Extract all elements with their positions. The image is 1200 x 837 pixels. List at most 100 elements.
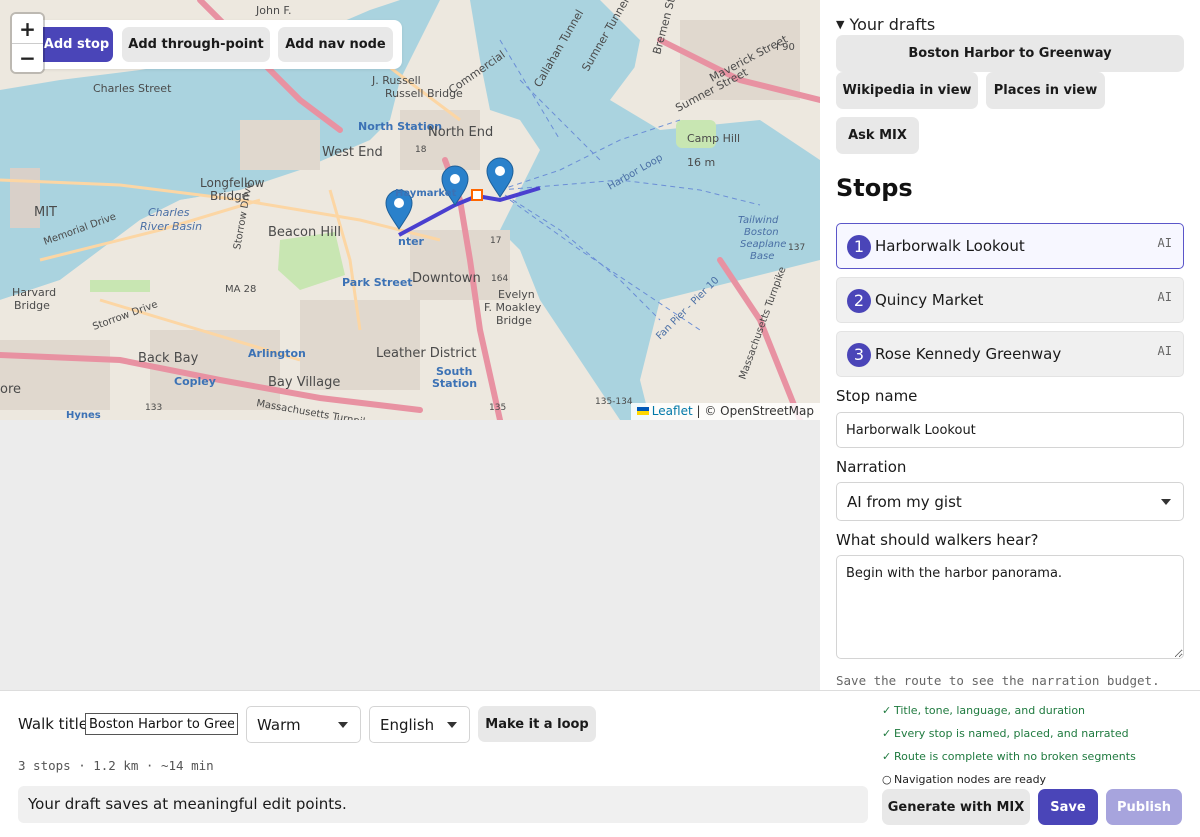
make-loop-button[interactable]: Make it a loop [478,706,596,742]
map-view[interactable]: John F. I 90 Charles Street J. Russell R… [0,0,820,420]
add-through-point-button[interactable]: Add through-point [122,27,270,62]
chevron-down-icon [447,722,457,728]
places-in-view-button[interactable]: Places in view [986,72,1105,109]
svg-text:135: 135 [489,403,506,413]
checklist-item: ✓ Route is complete with no broken segmen… [882,750,1136,763]
chevron-down-icon [1161,499,1171,505]
svg-text:Arlington: Arlington [248,347,306,360]
map-attribution: Leaflet | © OpenStreetMap [630,403,820,420]
walk-stats: 3 stops · 1.2 km · ~14 min [18,758,214,773]
checklist-item: ✓ Title, tone, language, and duration [882,704,1086,717]
svg-text:John F.: John F. [255,4,291,17]
check-icon: ✓ [882,704,892,717]
add-stop-button[interactable]: Add stop [32,27,113,62]
ask-mix-button[interactable]: Ask MIX [836,117,919,154]
ukraine-flag-icon [636,407,649,415]
svg-text:Charles: Charles [148,206,190,219]
svg-text:Back Bay: Back Bay [138,351,199,366]
svg-text:J. Russell: J. Russell [371,74,421,87]
save-button[interactable]: Save [1038,789,1098,825]
svg-text:Evelyn: Evelyn [498,288,535,301]
svg-text:West End: West End [322,145,383,160]
svg-text:ore: ore [0,382,21,397]
svg-text:Haymarket: Haymarket [395,188,457,199]
svg-text:Copley: Copley [174,375,216,388]
stop-name-label: Stop name [836,387,918,405]
ai-badge: AI [1157,290,1172,304]
language-select[interactable]: English [369,706,470,743]
svg-text:River Basin: River Basin [140,220,202,233]
svg-text:137: 137 [788,243,805,253]
svg-text:133: 133 [145,403,162,413]
stop-name: Quincy Market [875,291,984,309]
svg-text:Harvard: Harvard [12,286,56,299]
editor-panel: ▼ Your drafts Boston Harbor to Greenway W… [820,0,1200,690]
stop-name: Harborwalk Lookout [875,237,1025,255]
budget-note: Save the route to see the narration budg… [836,673,1160,688]
svg-text:Tailwind: Tailwind [738,215,779,226]
check-icon: ✓ [882,727,892,740]
tone-select[interactable]: Warm [246,706,361,743]
svg-text:Bay Village: Bay Village [268,375,340,390]
stop-card-3[interactable]: 3 Rose Kennedy Greenway AI [836,331,1184,377]
stop-card-1[interactable]: 1 Harborwalk Lookout AI [836,223,1184,269]
svg-text:Boston: Boston [744,227,779,238]
ai-badge: AI [1157,236,1172,250]
svg-text:135-134: 135-134 [595,397,633,407]
check-icon: ✓ [882,750,892,763]
narration-value: AI from my gist [847,493,962,511]
hear-label: What should walkers hear? [836,531,1039,549]
stop-card-2[interactable]: 2 Quincy Market AI [836,277,1184,323]
stop-number-badge: 3 [847,343,871,367]
osm-attribution: OpenStreetMap [720,404,814,418]
narration-gist-textarea[interactable]: Begin with the harbor panorama. [836,555,1184,659]
walk-title-input[interactable] [85,713,238,735]
svg-text:164: 164 [491,274,508,284]
svg-text:Bridge: Bridge [14,299,50,312]
leaflet-link[interactable]: Leaflet [652,404,693,418]
svg-text:Camp Hill: Camp Hill [687,132,740,145]
disclosure-triangle-icon: ▼ [836,18,845,31]
svg-text:MA 28: MA 28 [225,284,256,295]
svg-text:North End: North End [428,125,493,140]
svg-text:Leather District: Leather District [376,346,476,361]
svg-text:Longfellow: Longfellow [200,176,265,190]
stops-heading: Stops [836,174,913,202]
tone-value: Warm [257,716,301,734]
svg-text:Park Street: Park Street [342,276,413,289]
stop-name: Rose Kennedy Greenway [875,345,1062,363]
publish-checklist: ✓ Title, tone, language, and duration ✓ Ev… [882,704,1136,796]
narration-select[interactable]: AI from my gist [836,482,1184,521]
wikipedia-in-view-button[interactable]: Wikipedia in view [836,72,978,109]
narration-label: Narration [836,458,907,476]
svg-text:18: 18 [415,145,427,155]
svg-text:16 m: 16 m [687,156,715,169]
svg-text:Base: Base [750,251,774,262]
zoom-out-button[interactable]: − [12,43,43,72]
ai-badge: AI [1157,344,1172,358]
draft-boston-harbor-button[interactable]: Boston Harbor to Greenway [836,35,1184,72]
svg-text:Charles Street: Charles Street [93,82,172,95]
autosave-message: Your draft saves at meaningful edit poin… [18,786,868,823]
attribution-separator: | © [692,404,721,418]
zoom-control: + − [12,14,43,72]
svg-text:17: 17 [490,236,501,246]
svg-text:F. Moakley: F. Moakley [484,301,542,314]
svg-text:Beacon Hill: Beacon Hill [268,225,341,240]
stop-number-badge: 1 [847,235,871,259]
drafts-disclosure[interactable]: ▼ Your drafts [836,15,935,34]
language-value: English [380,716,435,734]
circle-icon: ○ [882,773,892,786]
drafts-label: Your drafts [849,15,936,34]
add-nav-node-button[interactable]: Add nav node [278,27,393,62]
svg-text:Downtown: Downtown [412,271,481,286]
publish-button[interactable]: Publish [1106,789,1182,825]
walk-settings-bar: Walk title Warm English Make it a loop 3… [0,690,1200,837]
svg-text:Station: Station [432,377,477,390]
zoom-in-button[interactable]: + [12,14,43,43]
stop-name-input[interactable] [836,412,1184,448]
svg-text:Bridge: Bridge [496,314,532,327]
generate-with-mix-button[interactable]: Generate with MIX [882,789,1030,825]
svg-text:Seaplane: Seaplane [740,239,786,250]
svg-text:Hynes: Hynes [66,410,101,420]
